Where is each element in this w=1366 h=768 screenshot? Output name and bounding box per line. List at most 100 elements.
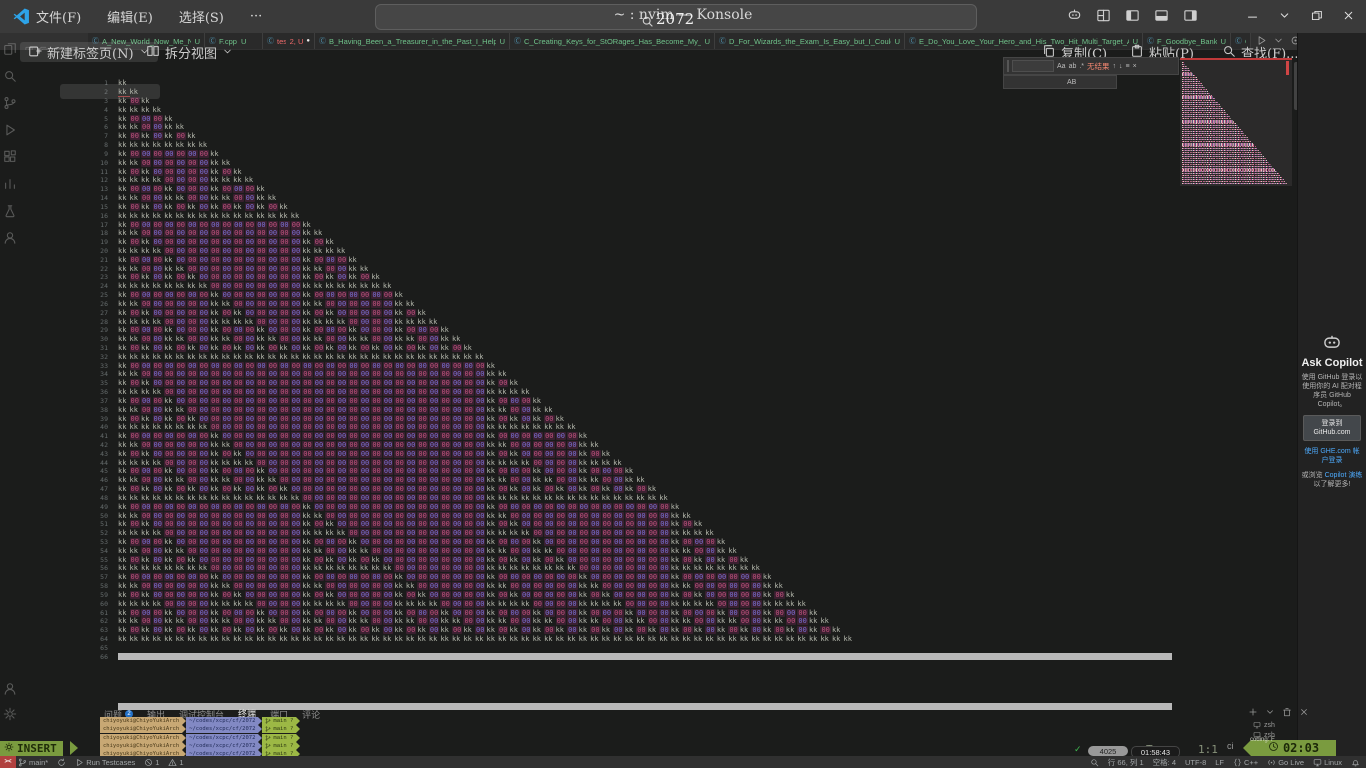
walkthrough-link[interactable]: Copilot 演练 [1325,472,1363,479]
statusbar-item-utf8[interactable]: UTF-8 [1185,758,1206,767]
search-icon[interactable] [3,69,17,83]
activity-bar [0,42,20,245]
close-button[interactable] [1339,6,1358,25]
minimap-line [1182,131,1243,132]
panel-action-icons [1248,707,1309,717]
buffer-line: 7kk00kk00kk00kk [90,132,199,141]
find-in-selection-button[interactable]: ≡ [1126,63,1130,70]
replace-input[interactable] [1007,78,1063,86]
close-icon [1342,9,1355,22]
buffer-line: 16kkkkkkkkkkkkkkkkkkkkkkkkkkkkkkkk [90,211,302,220]
cpp-file-icon: Ⓒ [719,36,726,46]
editor-tab[interactable]: Ⓒtest.cpp2, U● [263,33,315,49]
find-input[interactable] [1012,60,1054,72]
copy-icon [1042,44,1056,58]
konsole-new-tab-button[interactable]: 新建标签页(N) [20,42,158,62]
minimap-line [1182,98,1215,99]
find-prev-button[interactable]: ↑ [1113,63,1117,70]
match-case-button[interactable]: Aa [1057,63,1066,70]
modified-dot-icon[interactable]: ● [306,38,310,44]
search-icon [641,15,654,28]
chevron-down-icon[interactable] [1265,707,1275,717]
pane-bottom-icon [1154,8,1169,23]
statusbar-item-linux[interactable]: Linux [1313,758,1342,767]
editor-tab[interactable]: ⒸC_Creating_Keys_for_StORages_Has_Become… [510,33,715,49]
statusbar-item-lf[interactable]: LF [1215,758,1224,767]
pane-left-button[interactable] [1123,6,1142,25]
minimap-line [1182,144,1254,145]
minimap-line [1182,121,1234,122]
account-icon[interactable] [3,231,17,245]
plus-icon[interactable] [1248,707,1258,717]
statusbar-item-4[interactable]: 空格: 4 [1153,757,1176,768]
ghe-signin-link[interactable]: 使用 GHE.com 帐户登录 [1301,447,1363,465]
minimap-line [1182,129,1241,130]
command-center-search[interactable]: 2072 [641,10,694,28]
cpp-file-icon: Ⓒ [909,36,916,46]
statusbar-item-golive[interactable]: Go Live [1267,758,1304,767]
statusbar-item-main[interactable]: main* [18,758,48,767]
buffer-line: 5kk000000kk [90,114,176,123]
chart-icon[interactable] [3,177,17,191]
title-bar: 文件(F)编辑(E)选择(S)··· ~ : nvim — Konsole 20… [0,0,1366,33]
statusbar-item[interactable] [1090,758,1099,767]
pane-right-button[interactable] [1181,6,1200,25]
source-control-icon[interactable] [3,96,17,110]
minimap-line [1182,183,1287,184]
statusbar-item-661[interactable]: 行 66, 列 1 [1108,757,1144,768]
statusbar-item-1[interactable]: 1 [168,758,183,767]
vim-cursor-position: 1:1 [1198,743,1218,756]
remote-indicator[interactable]: >< [0,756,16,768]
extensions-icon[interactable] [3,150,17,164]
files-icon[interactable] [3,42,17,56]
account-icon[interactable] [3,682,17,696]
statusbar-item[interactable] [57,758,66,767]
new-tab-icon [28,44,42,58]
editor-tab[interactable]: ⒸD_For_Wizards_the_Exam_Is_Easy_but_I_Co… [715,33,905,49]
terminal-area[interactable]: 1kk2kkkk3kk00kk4kkkkkkkk5kk000000kk6kkkk… [0,50,1297,757]
github-signin-button[interactable]: 登录到 GitHub.com [1303,415,1361,441]
split-icon [146,44,160,61]
restore-button[interactable] [1307,6,1326,25]
statusbar-item-c++[interactable]: C++ [1233,758,1258,767]
prompt-segment: ~/codes/xcpc/cf/2072 [186,717,258,725]
trash-icon[interactable] [1282,707,1292,717]
pane-bottom-button[interactable] [1152,6,1171,25]
gear-icon[interactable] [3,707,17,721]
buffer-line: 19kk00kk00000000000000000000000000kk00kk [90,238,337,247]
close-icon[interactable] [1299,707,1309,717]
find-next-button[interactable]: ↓ [1119,63,1123,70]
terminal-list-item[interactable]: zsh [1253,721,1275,729]
find-grip[interactable] [1007,60,1009,72]
prompt-line: chiyoyuki@ChiyoYukiArch~/codes/xcpc/cf/2… [100,717,300,725]
minimize-button[interactable] [1243,6,1262,25]
statusbar-item-1[interactable]: 1 [144,758,159,767]
konsole-split-view-button[interactable]: 拆分视图 [146,42,233,62]
replace-button[interactable]: AB [1067,79,1076,86]
minimap-line [1182,150,1259,151]
whole-word-button[interactable]: ab [1069,63,1077,70]
editor-tab[interactable]: ⒸE_Do_You_Love_Your_Hero_and_His_Two_Hit… [905,33,1143,49]
debug-icon[interactable] [3,123,17,137]
cph-count-badge[interactable]: 4025 [1088,746,1128,756]
minimap-line [1182,152,1261,153]
regex-button[interactable]: .* [1079,63,1084,70]
buffer-line: 27kk00kk0000000000kk00kk0000000000kk00kk… [90,308,429,317]
flask-icon[interactable] [3,204,17,218]
buffer-line: 64kkkkkkkkkkkkkkkkkkkkkkkkkkkkkkkkkkkkkk… [90,635,855,644]
layout-grid-button[interactable] [1094,6,1113,25]
minimap-line [1182,175,1280,176]
statusbar-item[interactable] [1351,758,1360,767]
chevron-down-button[interactable] [1275,6,1294,25]
search-icon [1090,758,1099,767]
panel-tab-评论[interactable]: 评论 [302,708,320,723]
buffer-line: 43kk00kk0000000000kk00kk0000000000000000… [90,449,613,458]
copilot-button[interactable] [1065,6,1084,25]
find-close-button[interactable]: × [1133,63,1137,70]
editor-tab[interactable]: ⒸB_Having_Been_a_Treasurer_in_the_Past_I… [315,33,510,49]
tab-decoration: 2, U [290,37,304,46]
split-icon [146,44,160,58]
statusbar-item-runtestcases[interactable]: Run Testcases [75,758,135,767]
tab-label: D_For_Wizards_the_Exam_Is_Easy_but_I_Cou… [729,37,891,46]
minimap[interactable] [1180,59,1292,186]
